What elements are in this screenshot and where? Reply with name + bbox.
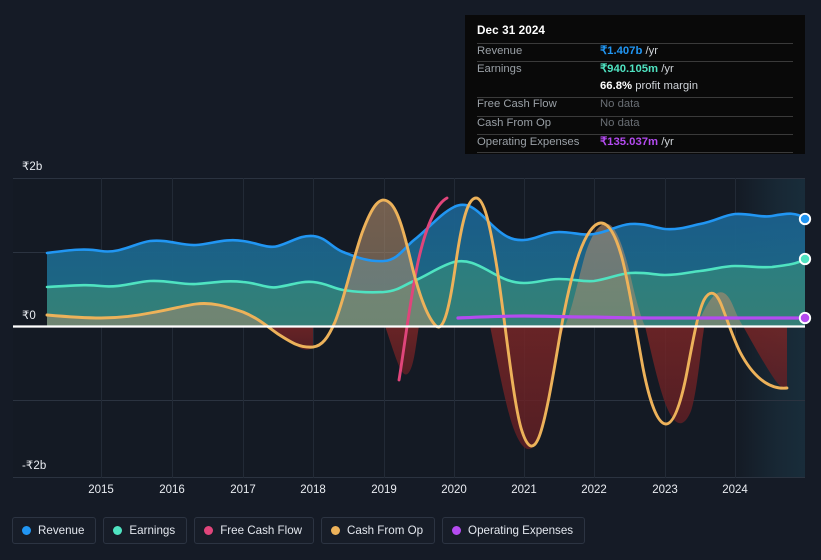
tooltip-key-revenue: Revenue	[477, 45, 523, 57]
tooltip-row-cash-from-op: Cash From Op No data	[477, 115, 793, 134]
legend-item-earnings[interactable]: Earnings	[103, 517, 188, 544]
x-axis-label-2015: 2015	[88, 484, 114, 496]
y-axis-label-bottom: -₹2b	[22, 460, 47, 472]
x-axis-label-2019: 2019	[371, 484, 397, 496]
x-axis-label-2018: 2018	[300, 484, 326, 496]
y-axis-label-top: ₹2b	[22, 161, 43, 173]
chart-legend: Revenue Earnings Free Cash Flow Cash Fro…	[12, 517, 586, 544]
tooltip-row-earnings: Earnings ₹940.105m /yr	[477, 61, 793, 79]
tooltip-profit-margin-label: profit margin	[635, 79, 698, 92]
legend-dot-earnings-icon	[113, 526, 123, 535]
tooltip-revenue-unit: /yr	[645, 45, 659, 57]
x-axis-label-2020: 2020	[441, 484, 467, 496]
tooltip-footer-rule	[477, 152, 793, 159]
tooltip-profit-margin-pct: 66.8%	[600, 79, 633, 92]
x-axis-label-2024: 2024	[722, 484, 748, 496]
legend-item-cash-from-op[interactable]: Cash From Op	[321, 517, 436, 544]
tooltip-row-revenue: Revenue ₹1.407b /yr	[477, 43, 793, 61]
tooltip-row-profit-margin: 66.8% profit margin	[477, 80, 793, 97]
tooltip-earnings-unit: /yr	[661, 63, 674, 76]
x-axis-label-2023: 2023	[652, 484, 678, 496]
legend-item-operating-expenses[interactable]: Operating Expenses	[442, 517, 586, 544]
x-axis-label-2016: 2016	[159, 484, 185, 496]
legend-label-earnings: Earnings	[129, 524, 176, 537]
earnings-endpoint-marker	[798, 252, 812, 266]
operating-expenses-endpoint-marker	[798, 311, 812, 325]
revenue-endpoint-marker	[798, 212, 812, 226]
legend-dot-free-cash-flow-icon	[204, 526, 214, 535]
tooltip-value-revenue: ₹1.407b /yr	[600, 44, 658, 57]
x-axis-label-2022: 2022	[581, 484, 607, 496]
tooltip-key-cash-from-op: Cash From Op	[477, 116, 552, 129]
legend-label-operating-expenses: Operating Expenses	[468, 524, 574, 537]
tooltip-key-operating-expenses: Operating Expenses	[477, 135, 580, 148]
tooltip-value-operating-expenses: ₹135.037m /yr	[600, 135, 674, 148]
chart-tooltip: Dec 31 2024 Revenue ₹1.407b /yr Earnings…	[465, 15, 805, 154]
tooltip-value-profit-margin: 66.8% profit margin	[600, 80, 698, 92]
x-axis-label-2021: 2021	[511, 484, 537, 496]
tooltip-operating-expenses-unit: /yr	[661, 135, 674, 148]
tooltip-value-earnings: ₹940.105m /yr	[600, 62, 674, 75]
legend-dot-revenue-icon	[22, 526, 31, 535]
tooltip-date: Dec 31 2024	[477, 24, 546, 37]
tooltip-revenue-number: ₹1.407b	[600, 45, 643, 57]
y-axis-label-zero: ₹0	[22, 310, 36, 322]
x-axis-label-2017: 2017	[230, 484, 256, 496]
tooltip-row-free-cash-flow: Free Cash Flow No data	[477, 97, 793, 115]
financial-chart: ₹2b ₹0 -₹2b 2015 2016 2017 2018 2019 202…	[0, 0, 821, 560]
legend-item-revenue[interactable]: Revenue	[12, 517, 97, 544]
legend-item-free-cash-flow[interactable]: Free Cash Flow	[194, 517, 315, 544]
legend-label-free-cash-flow: Free Cash Flow	[220, 524, 303, 537]
legend-label-cash-from-op: Cash From Op	[347, 524, 424, 537]
tooltip-row-operating-expenses: Operating Expenses ₹135.037m /yr	[477, 133, 793, 152]
tooltip-value-free-cash-flow: No data	[600, 98, 640, 111]
legend-dot-operating-expenses-icon	[452, 526, 462, 535]
tooltip-value-cash-from-op: No data	[600, 116, 640, 129]
legend-dot-cash-from-op-icon	[331, 526, 341, 535]
tooltip-operating-expenses-number: ₹135.037m	[600, 135, 659, 148]
legend-label-revenue: Revenue	[38, 524, 85, 537]
tooltip-key-free-cash-flow: Free Cash Flow	[477, 98, 557, 111]
tooltip-key-earnings: Earnings	[477, 63, 522, 76]
tooltip-earnings-number: ₹940.105m	[600, 63, 659, 76]
